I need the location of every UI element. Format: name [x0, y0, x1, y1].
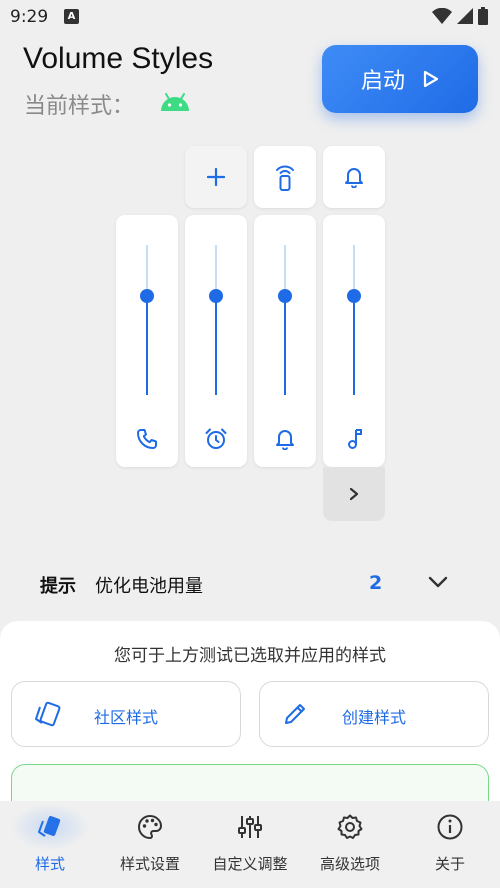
alarm-volume-slider[interactable]	[185, 215, 247, 467]
alarm-icon	[204, 427, 228, 451]
slider-track[interactable]	[146, 245, 148, 395]
hint-text[interactable]: 优化电池用量	[95, 572, 203, 598]
media-volume-slider[interactable]	[323, 215, 385, 467]
hint-label: 提示	[40, 576, 76, 597]
nav-label: 关于	[434, 855, 465, 873]
sliders-icon	[234, 811, 266, 843]
status-time: 9:29	[10, 7, 49, 27]
nav-styles[interactable]: 样式	[0, 801, 100, 888]
nav-label: 自定义调整	[212, 855, 288, 873]
chevron-right-icon	[349, 487, 359, 501]
add-button[interactable]	[185, 146, 247, 208]
cast-remote-icon	[276, 165, 294, 191]
slider-track[interactable]	[215, 245, 217, 395]
play-icon	[423, 70, 439, 88]
android-icon	[161, 93, 189, 111]
notification-volume-slider[interactable]	[254, 215, 316, 467]
current-style-label: 当前样式：	[24, 94, 135, 119]
nav-label: 样式设置	[119, 855, 180, 873]
slider-thumb[interactable]	[140, 289, 154, 303]
sheet-tip: 您可于上方测试已选取并应用的样式	[114, 646, 386, 666]
info-icon	[434, 811, 466, 843]
create-style-label: 创建样式	[341, 708, 406, 727]
bottom-nav: 样式 样式设置 自定义调整 高级选项 关于	[0, 801, 500, 888]
gear-icon	[334, 811, 366, 843]
slider-thumb[interactable]	[278, 289, 292, 303]
slider-thumb[interactable]	[347, 289, 361, 303]
cast-remote-button[interactable]	[254, 146, 316, 208]
bell-icon	[345, 168, 363, 188]
start-button[interactable]: 启动	[322, 45, 478, 113]
palette-icon	[134, 811, 166, 843]
nav-label: 高级选项	[319, 855, 380, 873]
nav-style-settings[interactable]: 样式设置	[100, 801, 200, 888]
battery-icon	[478, 7, 488, 25]
chevron-down-icon[interactable]	[426, 570, 450, 594]
phone-icon	[135, 427, 159, 451]
status-bar: 9:29 A	[0, 0, 500, 34]
slider-track[interactable]	[353, 245, 355, 395]
bottom-sheet: 您可于上方测试已选取并应用的样式 社区样式 创建样式	[0, 621, 500, 824]
notification-icon: A	[64, 9, 79, 24]
slider-thumb[interactable]	[209, 289, 223, 303]
nav-label: 样式	[34, 855, 65, 873]
nav-custom-adjust[interactable]: 自定义调整	[200, 801, 300, 888]
nav-about[interactable]: 关于	[400, 801, 500, 888]
community-styles-label: 社区样式	[93, 708, 158, 727]
signal-icon	[457, 8, 473, 24]
slider-track[interactable]	[284, 245, 286, 395]
call-volume-slider[interactable]	[116, 215, 178, 467]
hint-count-badge: 2	[369, 572, 383, 594]
community-styles-button[interactable]: 社区样式	[11, 681, 241, 747]
expand-button[interactable]	[323, 467, 385, 521]
create-style-button[interactable]: 创建样式	[259, 681, 489, 747]
status-icons	[432, 7, 488, 25]
bell-icon	[273, 427, 297, 451]
app-title: Volume Styles	[23, 42, 214, 75]
music-note-icon	[342, 427, 366, 451]
plus-icon	[207, 168, 225, 186]
start-button-label: 启动	[360, 69, 405, 94]
ringer-button[interactable]	[323, 146, 385, 208]
wifi-icon	[432, 8, 452, 24]
nav-advanced[interactable]: 高级选项	[300, 801, 400, 888]
